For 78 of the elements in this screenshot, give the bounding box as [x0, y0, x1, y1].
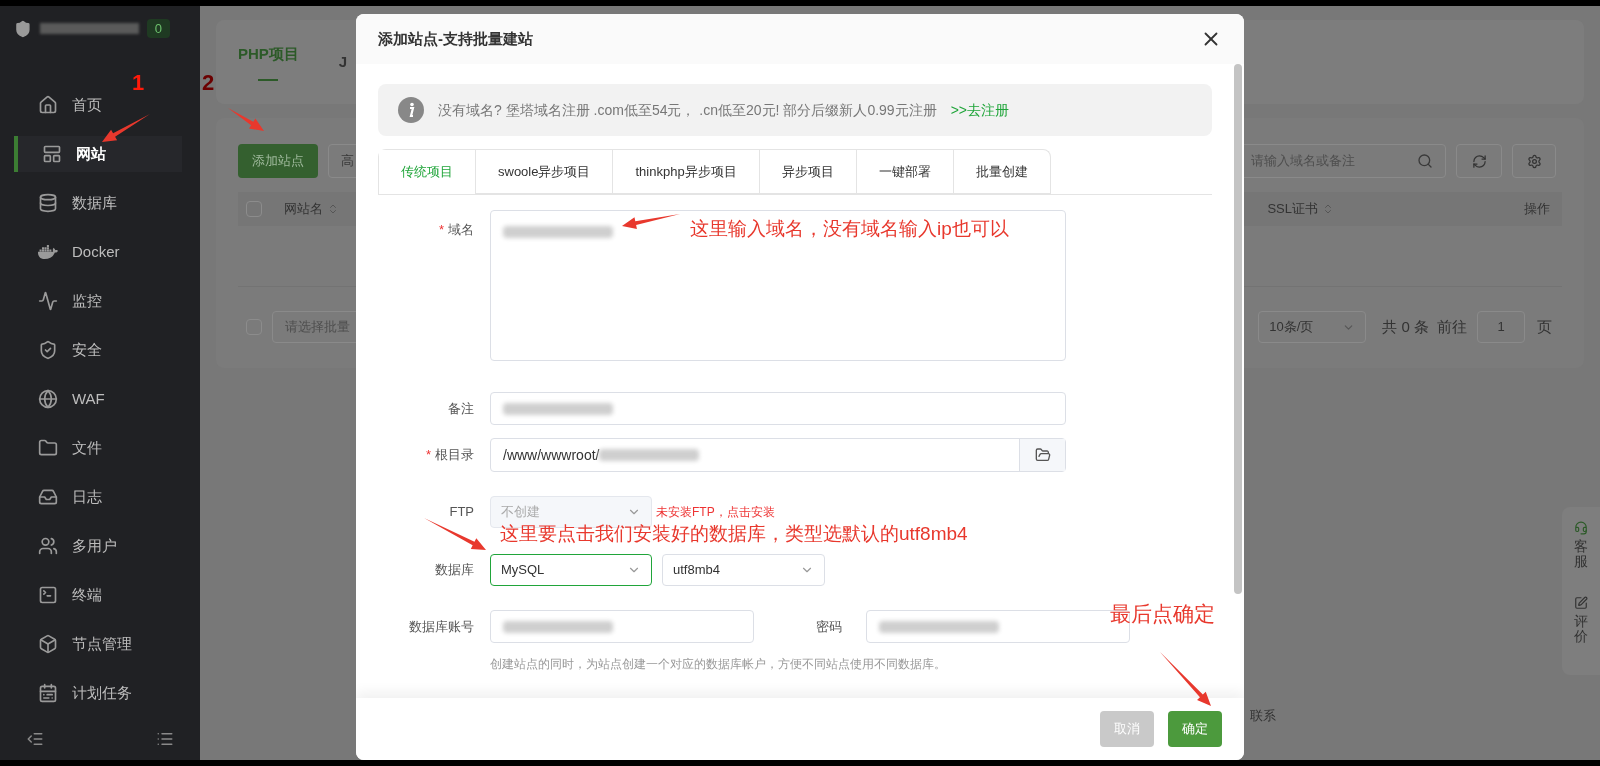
info-icon: [398, 97, 424, 123]
field-label: 备注: [448, 399, 474, 418]
inbox-icon: [38, 487, 58, 507]
sort-icon[interactable]: [1322, 203, 1334, 215]
list-icon[interactable]: [156, 730, 174, 748]
sidebar-item[interactable]: 监控: [14, 283, 182, 319]
headset-icon: [1574, 521, 1588, 535]
page-label: 页: [1537, 316, 1552, 337]
sidebar-item[interactable]: 日志: [14, 479, 182, 515]
sidebar-item[interactable]: WAF: [14, 381, 182, 417]
folder-open-icon: [1034, 447, 1051, 463]
sidebar-item[interactable]: 网站: [14, 136, 182, 172]
scrollbar[interactable]: [1234, 64, 1242, 594]
sort-icon[interactable]: [327, 203, 339, 215]
chart-icon: [38, 291, 58, 311]
field-label: FTP: [449, 503, 474, 522]
required-mark: *: [425, 446, 431, 465]
search-icon[interactable]: [1417, 153, 1433, 169]
annotation-arrow: [228, 108, 264, 131]
annotation-arrow: [1160, 652, 1211, 706]
total-count: 共 0 条: [1382, 316, 1429, 337]
sidebar-item[interactable]: 文件: [14, 430, 182, 466]
field-label: 密码: [815, 617, 843, 636]
domain-textarea[interactable]: [490, 210, 1066, 361]
required-mark: *: [438, 221, 444, 239]
notice-text: 没有域名? 堡塔域名注册 .com低至54元， .cn低至20元! 部分后缀新人0.99元注册: [438, 100, 937, 120]
sidebar-item[interactable]: 数据库: [14, 185, 182, 221]
browser-window-icon: [42, 144, 62, 164]
notification-badge[interactable]: 0: [146, 18, 170, 39]
annotation-text: 最后点确定: [1110, 601, 1215, 627]
hint-text: 创建站点的同时，为站点创建一个对应的数据库帐户，方便不同站点使用不同数据库。: [490, 656, 947, 673]
database-icon: [38, 193, 58, 213]
collapse-icon[interactable]: [26, 730, 44, 748]
sidebar-item[interactable]: 安全: [14, 332, 182, 368]
dialog-title: 添加站点-支持批量建站: [378, 28, 533, 49]
database-select[interactable]: MySQL: [490, 554, 652, 586]
field-label: 数据库: [435, 561, 474, 580]
settings-icon: [1526, 153, 1542, 169]
annotation-text: 这里输入域名，没有域名输入ip也可以: [690, 217, 1009, 241]
settings-button[interactable]: [1512, 144, 1556, 178]
folder-icon: [38, 438, 58, 458]
remark-field[interactable]: [490, 392, 1066, 425]
dialog-tab[interactable]: 一键部署: [856, 150, 954, 194]
house-icon: [38, 95, 58, 115]
charset-select[interactable]: utf8mb4: [662, 554, 825, 586]
users-icon: [38, 536, 58, 556]
step-number: 1: [132, 72, 145, 94]
annotation-arrow: [102, 114, 150, 142]
confirm-button[interactable]: 确定: [1168, 711, 1222, 747]
field-label: 根目录: [435, 446, 474, 465]
db-account-field[interactable]: [490, 610, 754, 643]
column-header: 操作: [1524, 200, 1550, 219]
terminal-icon: [38, 585, 58, 605]
step-number: 2: [202, 72, 215, 94]
sidebar-item[interactable]: Docker: [14, 234, 182, 270]
field-label: 数据库账号: [409, 617, 474, 636]
refresh-icon: [1471, 153, 1487, 169]
shield-check-icon: [38, 340, 58, 360]
goto-label: 前往: [1437, 316, 1467, 337]
dialog-tab[interactable]: thinkphp异步项目: [613, 150, 760, 194]
cube-icon: [38, 634, 58, 654]
dialog-tab[interactable]: 异步项目: [759, 150, 857, 194]
dialog-tab[interactable]: 批量创建: [953, 150, 1050, 194]
refresh-button[interactable]: [1456, 144, 1502, 178]
sidebar-item[interactable]: 节点管理: [14, 626, 182, 662]
logo-icon: [14, 19, 32, 38]
field-label: 域名: [448, 221, 474, 239]
edit-icon: [1574, 595, 1588, 610]
sidebar-item[interactable]: 终端: [14, 577, 182, 613]
whale-icon: [38, 242, 58, 262]
calendar-icon: [38, 683, 58, 703]
sidebar-item[interactable]: 计划任务: [14, 675, 182, 711]
sidebar-item[interactable]: 多用户: [14, 528, 182, 564]
annotation-arrow: [622, 214, 680, 230]
root-path-field[interactable]: /www/wwwroot/: [490, 438, 1066, 472]
dialog-tab[interactable]: swoole异步项目: [476, 150, 614, 194]
browse-button[interactable]: [1019, 439, 1065, 471]
add-site-button[interactable]: 添加站点: [238, 144, 318, 178]
